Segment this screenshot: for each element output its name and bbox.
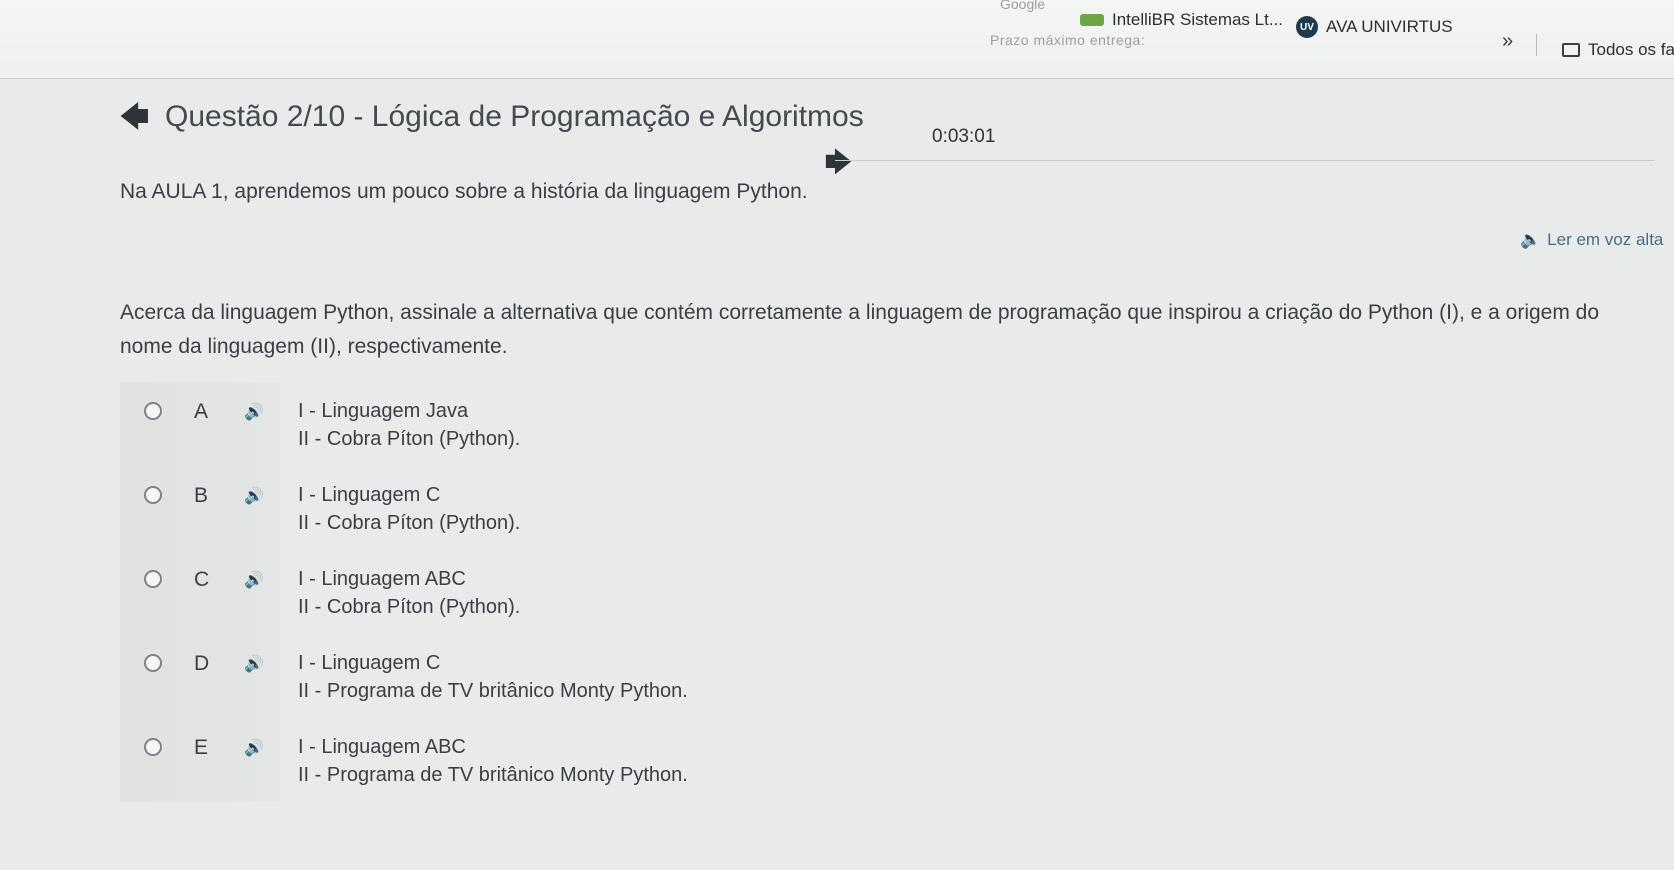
univirtus-favicon-icon: UV [1296,16,1318,38]
option-letter: E [194,736,209,759]
option-c[interactable]: C 🔊 I - Linguagem ABC II - Cobra Píton (… [120,550,1660,634]
option-line-2: II - Programa de TV britânico Monty Pyth… [298,764,688,786]
option-line-2: II - Programa de TV britânico Monty Pyth… [298,680,688,702]
intellibr-favicon-icon [1080,14,1104,26]
radio-button[interactable] [144,402,162,420]
option-letter: C [194,568,210,591]
option-line-1: I - Linguagem C [298,484,441,506]
timer: 0:03:01 [932,126,996,147]
radio-button[interactable] [144,738,162,756]
bookmark-label: AVA UNIVIRTUS [1326,17,1453,36]
option-letter: D [194,652,210,675]
bookmarks-bar: Google Prazo máximo entrega: IntelliBR S… [0,0,1674,79]
speaker-icon[interactable]: 🔊 [244,738,264,758]
speaker-icon[interactable]: 🔊 [244,402,264,422]
read-aloud-label: Ler em voz alta [1547,230,1664,249]
option-line-2: II - Cobra Píton (Python). [298,428,521,450]
radio-button[interactable] [144,570,162,588]
option-line-2: II - Cobra Píton (Python). [298,596,521,618]
radio-button[interactable] [144,486,162,504]
bookmarks-divider [120,78,1674,79]
speaker-icon[interactable]: 🔊 [244,654,264,674]
option-letter: B [194,484,209,507]
radio-button[interactable] [144,654,162,672]
option-e[interactable]: E 🔊 I - Linguagem ABC II - Programa de T… [120,718,1660,802]
more-bookmarks-chevron-icon[interactable]: » [1502,30,1513,53]
option-line-2: II - Cobra Píton (Python). [298,512,521,534]
question-text: Acerca da linguagem Python, assinale a a… [120,301,1600,358]
option-b[interactable]: B 🔊 I - Linguagem C II - Cobra Píton (Py… [120,466,1660,550]
option-line-1: I - Linguagem Java [298,400,469,422]
all-favorites-folder[interactable]: Todos os favo [1562,40,1674,60]
option-letter: A [194,400,209,423]
previous-question-arrow-icon[interactable]: 🡄 [120,96,149,144]
speaker-icon: 🔈 [1520,230,1542,249]
question-intro: Na AULA 1, aprendemos um pouco sobre a h… [120,180,808,203]
speaker-icon[interactable]: 🔊 [244,486,264,506]
bookmark-intellibr[interactable]: IntelliBR Sistemas Lt... [1080,10,1283,30]
page-title: Questão 2/10 - Lógica de Programação e A… [165,100,864,133]
next-question-arrow-icon[interactable]: 🡆 [825,144,852,188]
read-aloud-button[interactable]: 🔈 Ler em voz alta [1520,230,1663,250]
option-line-1: I - Linguagem ABC [298,736,466,758]
folder-icon [1562,43,1580,57]
answer-options: A 🔊 I - Linguagem Java II - Cobra Píton … [120,382,1660,802]
all-favorites-label: Todos os favo [1588,40,1674,59]
bookmark-google-faded[interactable]: Google [1000,0,1045,12]
option-line-1: I - Linguagem ABC [298,568,466,590]
bookmarks-separator [1536,34,1537,56]
option-d[interactable]: D 🔊 I - Linguagem C II - Programa de TV … [120,634,1660,718]
speaker-icon[interactable]: 🔊 [244,570,264,590]
option-a[interactable]: A 🔊 I - Linguagem Java II - Cobra Píton … [120,382,1660,466]
option-line-1: I - Linguagem C [298,652,441,674]
bookmark-label: IntelliBR Sistemas Lt... [1112,10,1284,29]
deadline-label-faded: Prazo máximo entrega: [990,32,1146,48]
header-divider [835,160,1655,161]
bookmark-ava-univirtus[interactable]: UV AVA UNIVIRTUS [1296,16,1453,38]
